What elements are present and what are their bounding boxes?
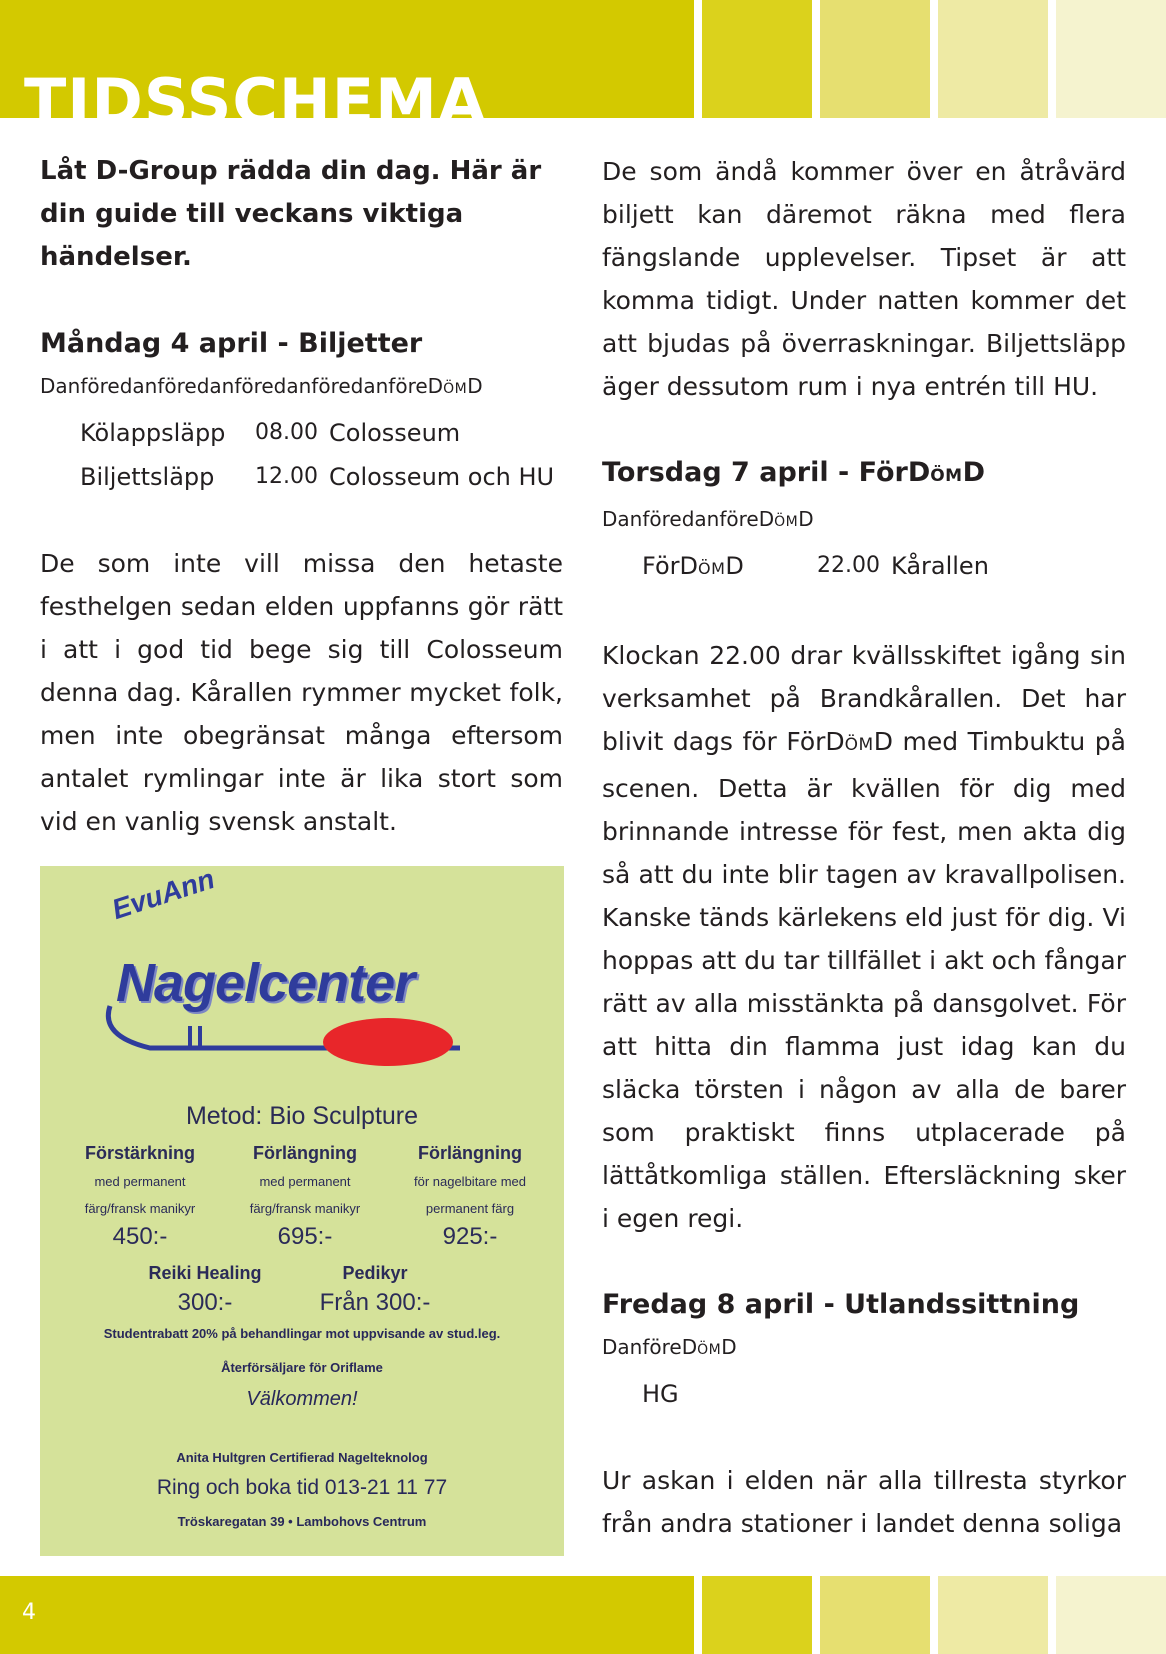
extra-name: Reiki Healing xyxy=(148,1263,262,1283)
header-swatch-3 xyxy=(938,0,1048,118)
service-detail: med permanent xyxy=(94,1174,186,1189)
page-number: 4 xyxy=(22,1600,36,1625)
body-paragraph: De som ändå kommer över en åtråvärd bilj… xyxy=(602,157,1126,401)
ad-phone: Ring och boka tid 013-21 11 77 xyxy=(156,1476,448,1499)
service-detail: med permanent xyxy=(259,1174,351,1189)
heading-end: D xyxy=(962,457,986,488)
ad-logo: Nagelcenter xyxy=(116,953,415,1013)
service-name: Förlängning xyxy=(253,1143,357,1163)
ad-rebate: Studentrabatt 20% på behandlingar mot up… xyxy=(103,1326,501,1341)
paragraph-smallcaps: ÖM xyxy=(844,735,874,755)
ad-service: Förlängning för nagelbitare med permanen… xyxy=(390,1138,550,1252)
service-name: Förstärkning xyxy=(84,1143,195,1163)
body-paragraph: Klockan 22.00 drar kvällsskiftet igång s… xyxy=(602,634,1126,1240)
footer-band: 4 xyxy=(0,1576,1166,1654)
event-time: 08.00 xyxy=(255,420,318,445)
ad-service: Förstärkning med permanent färg/fransk m… xyxy=(60,1138,220,1252)
event-name: Biljettsläpp xyxy=(80,463,215,491)
service-detail: permanent färg xyxy=(425,1201,515,1216)
ad-services: Förstärkning med permanent färg/fransk m… xyxy=(60,1138,550,1252)
event-name: FörDÖMD xyxy=(642,544,817,591)
ad-extras: Reiki Healing 300:- Pedikyr Från 300:- xyxy=(130,1258,450,1318)
footer-swatch-4 xyxy=(1056,1576,1166,1654)
ad-service: Förlängning med permanent färg/fransk ma… xyxy=(225,1138,385,1252)
footer-swatch-main xyxy=(0,1576,694,1654)
service-price: 925:- xyxy=(442,1223,498,1250)
header-swatch-2 xyxy=(820,0,930,118)
monday-event-row: Kölappsläpp 08.00 Colosseum xyxy=(40,411,563,455)
dresscode-smallcaps: ÖM xyxy=(697,1342,722,1358)
dresscode-text: DanföredanföreD xyxy=(602,507,775,531)
footer-swatch-1 xyxy=(702,1576,812,1654)
monday-event-row: Biljettsläpp 12.00 Colosseum och HU xyxy=(40,455,563,499)
event-place: Kårallen xyxy=(891,552,989,580)
service-price: 450:- xyxy=(112,1223,168,1250)
monday-dresscode: DanföredanföredanföredanföredanföreDÖMD xyxy=(40,365,563,411)
event-name-smallcaps: ÖM xyxy=(697,559,726,578)
event-place: Colosseum och HU xyxy=(329,463,555,491)
thursday-event-row: FörDÖMD 22.00 Kårallen xyxy=(602,544,1126,591)
friday-event-row: HG xyxy=(602,1372,1126,1416)
header-swatch-1 xyxy=(702,0,812,118)
event-name-end: D xyxy=(725,552,744,580)
ad-extra: Pedikyr Från 300:- xyxy=(300,1258,450,1318)
friday-heading: Fredag 8 april - Utlandssittning xyxy=(602,1289,1080,1320)
footer-swatch-2 xyxy=(820,1576,930,1654)
body-paragraph: Ur askan i elden när alla tillresta styr… xyxy=(602,1466,1126,1538)
service-detail: för nagelbitare med xyxy=(413,1174,526,1189)
footer-swatch-3 xyxy=(938,1576,1048,1654)
dresscode-end: D xyxy=(721,1335,737,1359)
logo-red-ellipse xyxy=(323,1018,453,1066)
friday-dresscode: DanföreDÖMD xyxy=(602,1326,1126,1372)
thursday-heading: Torsdag 7 april - FörDÖMD xyxy=(602,451,1126,498)
event-name: Kölappsläpp xyxy=(80,419,226,447)
ad-person: Anita Hultgren Certifierad Nagelteknolog xyxy=(176,1450,428,1465)
dresscode-text: DanföreD xyxy=(602,1335,698,1359)
paragraph-text: D med Timbuktu på scenen. Detta är kväll… xyxy=(602,727,1126,1233)
heading-text: Torsdag 7 april - FörD xyxy=(602,457,931,488)
service-detail: färg/fransk manikyr xyxy=(249,1201,361,1216)
nagelcenter-advertisement: EvuAnn Nagelcenter Metod: Bio Sculpture … xyxy=(40,866,564,1556)
thursday-dresscode: DanföredanföreDÖMD xyxy=(602,498,1126,544)
left-column: Låt D-Group rädda din dag. Här är din gu… xyxy=(40,150,563,843)
lead-paragraph: Låt D-Group rädda din dag. Här är din gu… xyxy=(40,156,542,272)
event-time: 22.00 xyxy=(817,553,880,578)
page-title: TIDSSCHEMA xyxy=(24,66,487,118)
service-detail: färg/fransk manikyr xyxy=(84,1201,196,1216)
body-paragraph: De som inte vill missa den hetaste festh… xyxy=(40,549,563,836)
service-name: Förlängning xyxy=(418,1143,522,1163)
monday-heading: Måndag 4 april - Biljetter xyxy=(40,328,423,359)
header-swatch-4 xyxy=(1056,0,1166,118)
dresscode-smallcaps: ÖM xyxy=(774,514,799,530)
extra-price: 300:- xyxy=(177,1289,233,1316)
dresscode-end: D xyxy=(798,507,814,531)
extra-name: Pedikyr xyxy=(342,1263,408,1283)
heading-smallcaps: ÖM xyxy=(930,466,963,486)
dresscode-end: D xyxy=(467,374,483,398)
event-place: Colosseum xyxy=(329,419,461,447)
service-price: 695:- xyxy=(277,1223,333,1250)
header-band: TIDSSCHEMA xyxy=(0,0,1166,118)
right-column: De som ändå kommer över en åtråvärd bilj… xyxy=(602,150,1126,1545)
event-place: HG xyxy=(642,1380,679,1408)
ad-extra: Reiki Healing 300:- xyxy=(130,1258,280,1318)
ad-address: Tröskaregatan 39 • Lambohovs Centrum xyxy=(177,1514,427,1529)
event-name-text: FörD xyxy=(642,552,698,580)
event-time: 12.00 xyxy=(255,464,318,489)
ad-welcome: Välkommen! xyxy=(246,1388,358,1410)
dresscode-text: DanföredanföredanföredanföredanföreD xyxy=(40,374,444,398)
dresscode-smallcaps: ÖM xyxy=(443,381,468,397)
ad-method: Metod: Bio Sculpture xyxy=(185,1102,419,1130)
ad-agent: Återförsäljare för Oriflame xyxy=(221,1360,383,1375)
extra-price: Från 300:- xyxy=(319,1289,431,1316)
